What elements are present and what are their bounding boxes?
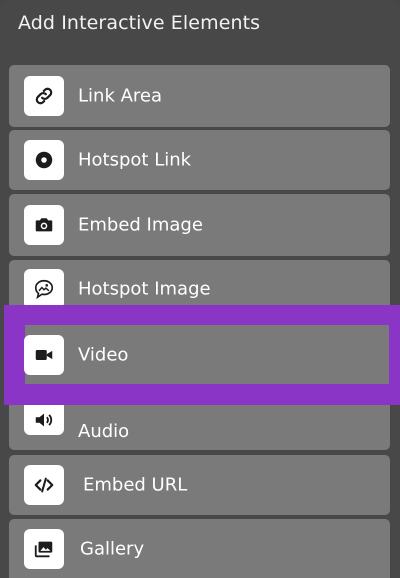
hotspot-dot-icon (24, 140, 64, 180)
menu-item-link-area[interactable]: Link Area (9, 65, 390, 127)
selection-highlight: Video (4, 305, 400, 405)
menu-item-label: Link Area (78, 85, 163, 107)
menu-item-label: Embed URL (83, 474, 188, 496)
menu-item-label: Hotspot Image (78, 278, 211, 300)
menu-item-audio[interactable]: Audio (9, 405, 390, 450)
menu-item-gallery[interactable]: Gallery (9, 519, 390, 578)
image-bubble-icon (24, 269, 64, 309)
menu-item-label: Audio (78, 421, 130, 442)
menu-item-label: Video (78, 344, 129, 365)
code-icon (24, 465, 64, 505)
menu-item-video[interactable]: Video (24, 325, 389, 384)
speaker-icon (24, 405, 64, 435)
link-icon (24, 76, 64, 116)
menu-item-hotspot-link[interactable]: Hotspot Link (9, 130, 390, 190)
camera-icon (24, 205, 64, 245)
menu-item-embed-image[interactable]: Embed Image (9, 194, 390, 256)
video-camera-icon (24, 334, 64, 375)
menu-item-label: Embed Image (78, 214, 203, 236)
menu-item-label: Hotspot Link (78, 149, 192, 171)
interactive-elements-panel: Add Interactive Elements Link Area Hotsp… (0, 0, 400, 578)
menu-item-label: Gallery (80, 538, 145, 559)
gallery-icon (24, 528, 64, 569)
menu-item-embed-url[interactable]: Embed URL (9, 455, 390, 515)
panel-title: Add Interactive Elements (18, 12, 261, 34)
